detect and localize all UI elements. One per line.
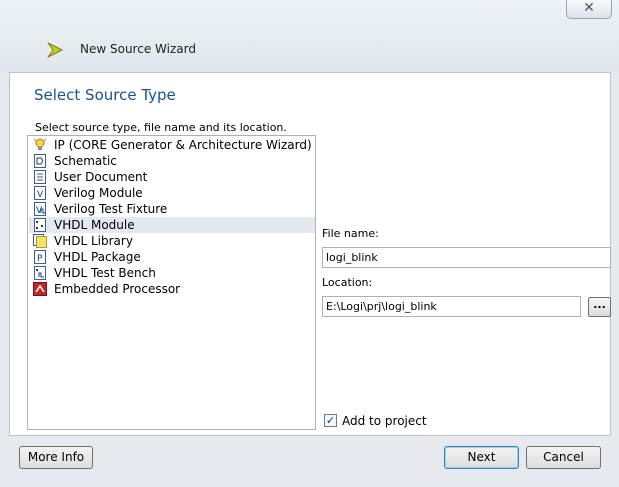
add-to-project-label: Add to project [342, 414, 427, 428]
vhdl-package-icon: P [34, 250, 46, 264]
verilog-test-fixture-icon: V [34, 202, 46, 216]
file-name-input[interactable]: logi_blink [322, 247, 611, 268]
list-item-label: User Document [54, 170, 148, 184]
list-item-schematic[interactable]: Schematic [29, 153, 315, 169]
list-item-label: IP (CORE Generator & Architecture Wizard… [54, 138, 312, 152]
list-item-ip[interactable]: IP (CORE Generator & Architecture Wizard… [29, 137, 315, 153]
list-item-verilog-test-fixture[interactable]: V Verilog Test Fixture [29, 201, 315, 217]
ip-bulb-icon [33, 138, 47, 150]
schematic-icon [34, 154, 46, 168]
list-item-vhdl-library[interactable]: VHDL Library [29, 233, 315, 249]
instruction-text: Select source type, file name and its lo… [35, 121, 287, 134]
list-item-label: VHDL Library [54, 234, 133, 248]
list-item-verilog-module[interactable]: V Verilog Module [29, 185, 315, 201]
cancel-button[interactable]: Cancel [526, 446, 601, 469]
wizard-window: ✕ New Source Wizard Select Source Type S… [0, 0, 619, 487]
add-to-project-checkbox[interactable]: ✓ [324, 414, 337, 427]
list-item-label: Embedded Processor [54, 282, 181, 296]
list-item-label: VHDL Test Bench [54, 266, 156, 280]
next-button[interactable]: Next [444, 446, 519, 469]
close-button[interactable]: ✕ [566, 0, 612, 19]
location-input[interactable]: E:\Logi\prj\logi_blink [322, 296, 581, 317]
more-info-button[interactable]: More Info [19, 446, 93, 469]
list-item-user-document[interactable]: User Document [29, 169, 315, 185]
list-item-vhdl-test-bench[interactable]: VHDL Test Bench [29, 265, 315, 281]
location-label: Location: [322, 276, 373, 289]
svg-text:P: P [37, 254, 43, 264]
list-item-vhdl-module[interactable]: VHDL Module [29, 217, 315, 233]
list-item-label: VHDL Module [54, 218, 135, 232]
document-icon [34, 170, 46, 184]
list-item-label: Schematic [54, 154, 117, 168]
source-type-list[interactable]: IP (CORE Generator & Architecture Wizard… [27, 135, 316, 430]
file-name-label: File name: [322, 227, 379, 240]
list-item-label: Verilog Test Fixture [54, 202, 168, 216]
list-item-embedded-processor[interactable]: Embedded Processor [29, 281, 315, 297]
vhdl-module-icon [34, 218, 46, 232]
title-bar [0, 0, 619, 72]
list-item-label: Verilog Module [54, 186, 143, 200]
embedded-processor-icon [33, 282, 47, 296]
verilog-module-icon: V [34, 186, 46, 200]
svg-text:V: V [37, 190, 44, 200]
page-title: Select Source Type [34, 86, 176, 104]
xilinx-logo-icon [47, 42, 64, 58]
vhdl-test-bench-icon [34, 266, 46, 280]
browse-button[interactable]: ... [588, 297, 611, 317]
list-item-label: VHDL Package [54, 250, 141, 264]
vhdl-library-icon [33, 234, 47, 248]
window-title: New Source Wizard [80, 42, 196, 56]
svg-text:V: V [36, 206, 43, 216]
list-item-vhdl-package[interactable]: P VHDL Package [29, 249, 315, 265]
